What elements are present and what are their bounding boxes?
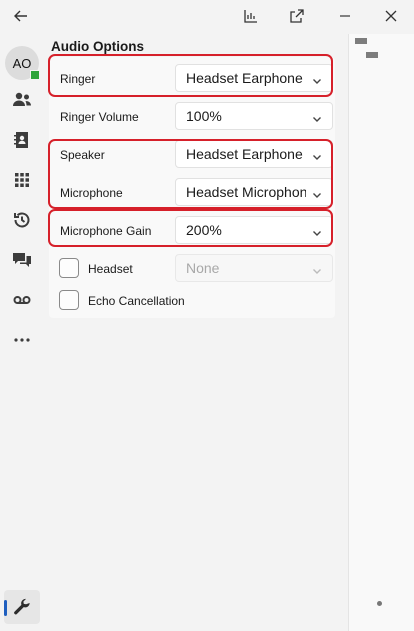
active-indicator [4, 600, 7, 616]
placeholder-mark [355, 38, 367, 44]
presence-status-icon [30, 70, 40, 80]
more-options-icon[interactable] [8, 327, 36, 353]
placeholder-mark [366, 52, 378, 58]
headset-label: Headset [88, 262, 133, 276]
chevron-down-icon [312, 263, 322, 274]
ringer-volume-label: Ringer Volume [60, 110, 139, 124]
headset-checkbox[interactable] [59, 258, 79, 278]
right-pane [348, 34, 414, 631]
ringer-volume-value: 100% [186, 108, 222, 124]
address-book-icon[interactable] [8, 127, 36, 153]
page-title: Audio Options [51, 39, 144, 54]
headset-value: None [186, 260, 220, 276]
headset-dropdown: None [175, 254, 333, 282]
chart-icon[interactable] [236, 4, 266, 28]
avatar-initials: AO [12, 55, 32, 71]
ringer-highlight-box [48, 54, 333, 97]
echo-cancellation-label: Echo Cancellation [88, 294, 185, 308]
echo-cancellation-checkbox[interactable] [59, 290, 79, 310]
title-bar [0, 0, 414, 34]
chat-icon[interactable] [8, 247, 36, 273]
voicemail-icon[interactable] [8, 287, 36, 313]
sidebar: AO [0, 34, 44, 631]
ringer-volume-dropdown[interactable]: 100% [175, 102, 333, 130]
back-arrow-icon[interactable] [6, 4, 36, 28]
pop-out-icon[interactable] [282, 4, 312, 28]
contacts-icon[interactable] [8, 87, 36, 113]
speaker-microphone-highlight-box [48, 139, 333, 209]
dialpad-icon[interactable] [8, 167, 36, 193]
minimize-icon[interactable] [330, 4, 360, 28]
microphone-gain-highlight-box [48, 209, 333, 247]
close-icon[interactable] [376, 4, 406, 28]
status-dot [377, 601, 382, 606]
settings-wrench-button[interactable] [4, 590, 40, 624]
history-icon[interactable] [8, 207, 36, 233]
wrench-icon [14, 598, 30, 615]
audio-options-panel: Audio Options Ringer Headset Earphone Ri… [44, 34, 343, 631]
chevron-down-icon [312, 111, 322, 122]
